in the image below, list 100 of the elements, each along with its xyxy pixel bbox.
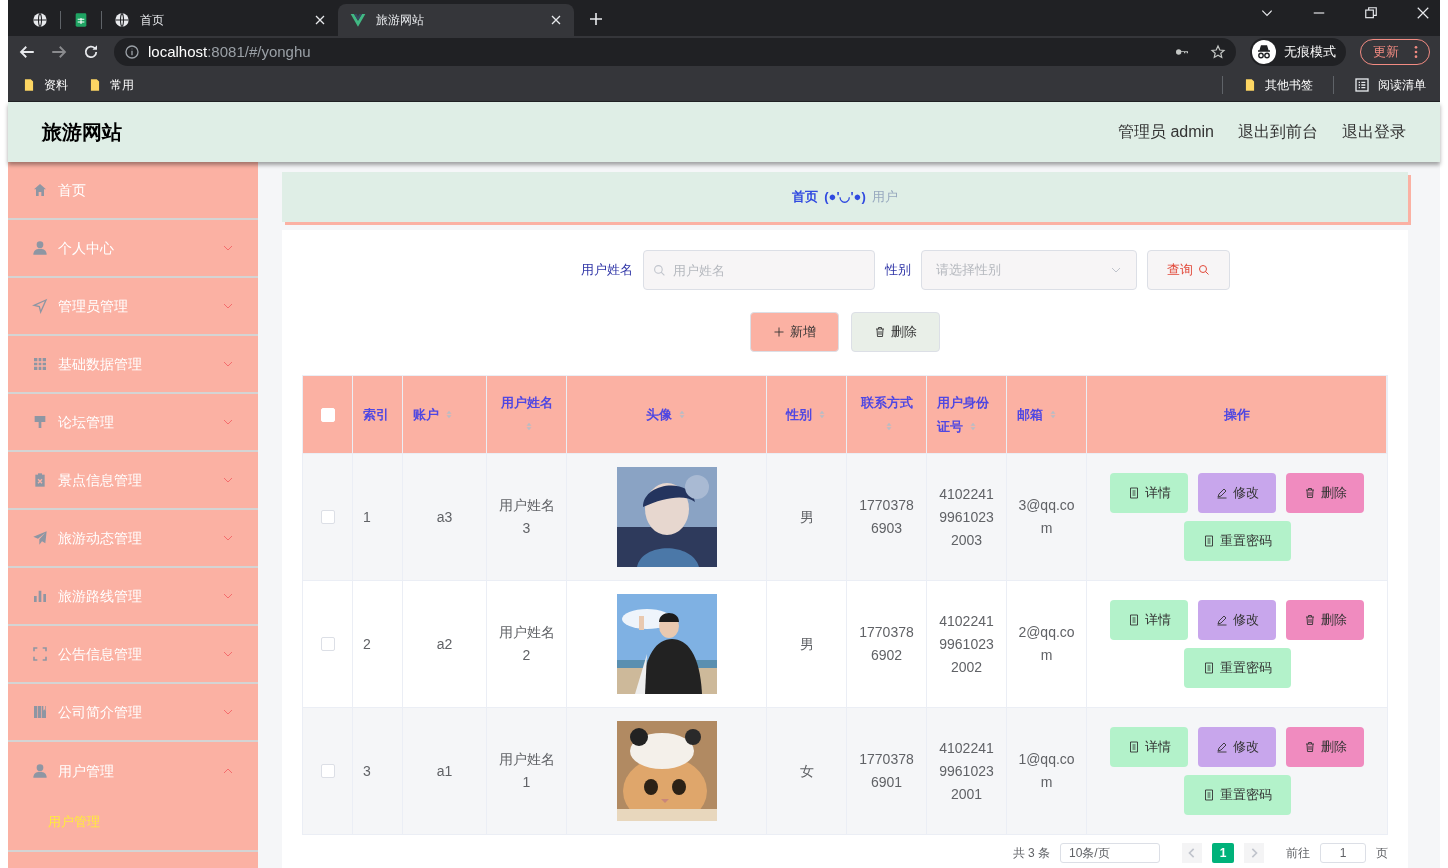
header-link[interactable]: 退出登录 [1342, 120, 1406, 144]
table-cell-text: 17703786903 [858, 496, 915, 538]
header-link[interactable]: 管理员 admin [1117, 120, 1214, 144]
document-icon [1202, 789, 1215, 801]
trash-icon [1303, 741, 1316, 753]
restore-icon[interactable] [1364, 6, 1378, 20]
table-cell-text: a1 [436, 761, 453, 781]
user-icon [32, 240, 48, 256]
edit-button[interactable]: 修改 [1198, 600, 1276, 640]
close-icon[interactable] [550, 14, 562, 26]
reload-icon[interactable] [82, 43, 100, 61]
incognito-profile-button[interactable]: 无痕模式 [1250, 38, 1346, 66]
sort-icon [524, 420, 534, 432]
bar-chart-icon [32, 588, 48, 604]
bookmark-label: 其他书签 [1265, 76, 1313, 94]
bookmark-folder[interactable]: 资料 [22, 75, 68, 94]
reset-password-button[interactable]: 重置密码 [1183, 521, 1291, 561]
delete-button[interactable]: 删除 [851, 312, 940, 352]
folder-icon [88, 76, 102, 93]
vue-logo-icon [350, 12, 366, 28]
user-icon [32, 763, 48, 779]
browser-tab[interactable]: 旅游网站 [338, 4, 574, 36]
column-header[interactable]: 联系方式 [857, 390, 916, 439]
table-cell-text: 用户姓名2 [497, 623, 556, 665]
incognito-icon [1252, 40, 1276, 64]
goto-label: 前往 [1286, 845, 1310, 862]
table-cell-text: 用户姓名1 [497, 750, 556, 792]
add-button[interactable]: 新增 [750, 312, 839, 352]
breadcrumb-item[interactable]: (●'◡'●) [824, 187, 866, 207]
book-stack-icon [32, 704, 48, 720]
plus-icon [773, 326, 785, 338]
search-icon [652, 264, 666, 277]
delete-button[interactable]: 删除 [1286, 600, 1364, 640]
page-input[interactable]: 1 [1320, 843, 1366, 863]
globe-icon [32, 12, 48, 28]
page-unit: 页 [1376, 845, 1388, 862]
table-cell-text: 3@qq.com [1017, 496, 1076, 538]
header-link[interactable]: 退出到前台 [1238, 120, 1318, 144]
table-cell-text: 用户姓名3 [497, 496, 556, 538]
pencil-icon [1215, 614, 1228, 626]
trash-icon [874, 326, 886, 338]
checkbox[interactable] [320, 510, 335, 524]
brush-icon [32, 414, 48, 430]
sort-icon [1048, 408, 1058, 420]
table-cell-text: 女 [799, 761, 814, 781]
delete-button[interactable]: 删除 [1286, 727, 1364, 767]
close-icon[interactable] [1416, 6, 1430, 20]
trash-icon [1303, 487, 1316, 499]
checkbox[interactable] [320, 637, 335, 651]
address-field[interactable]: localhost:8081/#/yonghu [114, 38, 1236, 66]
column-header[interactable]: 用户姓名 [497, 390, 556, 439]
forward-icon[interactable] [50, 43, 68, 61]
table-cell-text: a3 [436, 507, 453, 527]
page-size-select[interactable]: 10条/页 [1060, 843, 1160, 863]
reset-password-button[interactable]: 重置密码 [1183, 775, 1291, 815]
column-header[interactable]: 账户 [413, 402, 454, 427]
document-icon [1127, 487, 1140, 499]
new-tab-icon[interactable] [588, 11, 604, 27]
url-text: localhost:8081/#/yonghu [148, 41, 312, 62]
column-header[interactable]: 用户身份证号 [937, 390, 996, 439]
bookmark-star-icon[interactable] [1210, 44, 1226, 60]
scan-frame-icon [32, 646, 48, 662]
table-cell-text: 3 [363, 761, 371, 781]
folder-icon [22, 76, 36, 93]
reset-password-button[interactable]: 重置密码 [1183, 648, 1291, 688]
detail-button[interactable]: 详情 [1110, 600, 1188, 640]
bookmark-folder[interactable]: 常用 [88, 75, 134, 94]
sort-icon [444, 408, 454, 420]
bookmark-folder[interactable]: 其他书签 [1243, 75, 1313, 94]
globe-icon [114, 12, 130, 28]
clipboard-icon [32, 472, 48, 488]
column-header[interactable]: 性别 [786, 402, 827, 427]
edit-button[interactable]: 修改 [1198, 473, 1276, 513]
checkbox[interactable] [320, 764, 335, 778]
table-cell-text: 2@qq.com [1017, 623, 1076, 665]
delete-button[interactable]: 删除 [1286, 473, 1364, 513]
table-cell-text: 410224199610232001 [938, 738, 995, 804]
info-icon [124, 44, 140, 60]
detail-button[interactable]: 详情 [1110, 727, 1188, 767]
back-icon[interactable] [18, 43, 36, 61]
breadcrumb-item: 用户 [871, 188, 898, 207]
table-cell-text: 17703786902 [858, 623, 915, 665]
query-button[interactable]: 查询 [1146, 250, 1230, 290]
search-field[interactable]: 用户姓名 [642, 250, 875, 290]
reading-list-button[interactable]: 阅读清单 [1354, 75, 1426, 94]
breadcrumb-item[interactable]: 首页 [792, 187, 819, 207]
detail-button[interactable]: 详情 [1110, 473, 1188, 513]
sort-icon [817, 408, 827, 420]
total-count: 共 3 条 [1012, 845, 1050, 862]
column-header[interactable]: 邮箱 [1017, 402, 1058, 427]
close-icon[interactable] [314, 14, 326, 26]
table-cell-text: 男 [799, 507, 814, 527]
home-icon [32, 182, 48, 198]
column-header[interactable]: 头像 [646, 402, 687, 427]
table-cell-text: 1@qq.com [1017, 750, 1076, 792]
edit-button[interactable]: 修改 [1198, 727, 1276, 767]
pencil-icon [1215, 741, 1228, 753]
browser-tab[interactable]: 首页 [102, 4, 338, 36]
table-cell-text: 410224199610232002 [938, 611, 995, 677]
tab-title: 旅游网站 [376, 12, 425, 29]
